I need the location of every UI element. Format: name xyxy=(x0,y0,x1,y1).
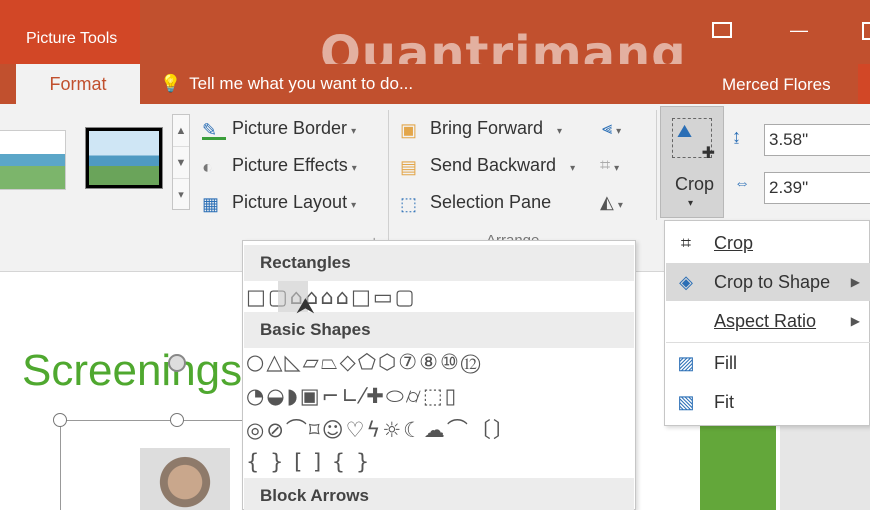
width-input[interactable]: 2.39" xyxy=(764,172,870,204)
fit-menu-item[interactable]: ▧ Fit xyxy=(666,383,870,421)
rotation-handle[interactable] xyxy=(168,354,186,372)
rotate-icon: ◭ xyxy=(600,192,614,212)
chevron-down-icon: ▾ xyxy=(570,163,576,174)
chevron-down-icon: ▾ xyxy=(616,126,622,137)
tab-format[interactable]: Format xyxy=(16,64,140,105)
crop-label: Crop xyxy=(675,174,715,194)
chevron-down-icon: ▾ xyxy=(351,200,357,211)
mouse-pointer-icon: ⮝ xyxy=(296,293,315,318)
maximize-icon[interactable] xyxy=(862,22,870,40)
height-icon: ↨ xyxy=(732,126,741,146)
group-separator xyxy=(388,110,389,260)
chevron-down-icon: ▾ xyxy=(351,126,357,137)
crop-icon: ⛰ ✚ xyxy=(672,118,715,162)
share-button[interactable] xyxy=(858,64,870,104)
gallery-scroll[interactable]: ▲ ▼ ▾ xyxy=(172,114,190,210)
restore-icon[interactable] xyxy=(712,22,732,38)
picture-style-thumb[interactable] xyxy=(0,130,66,190)
send-backward-button[interactable]: ▤ Send Backward ▾ xyxy=(400,153,575,181)
basic-shapes-row[interactable]: ◎⊘⌒⌑☺♡ϟ☼☾☁⌒〔〕 xyxy=(246,416,516,444)
chevron-right-icon: ▶ xyxy=(850,275,860,289)
effects-icon: ◐ xyxy=(202,157,213,178)
resize-handle[interactable] xyxy=(170,413,184,427)
lightbulb-icon: 💡 xyxy=(160,74,182,93)
tell-me-box[interactable]: 💡 Tell me what you want to do... xyxy=(160,72,413,96)
pen-icon: ✎ xyxy=(202,118,226,141)
crop-menu-item[interactable]: ⌗ Crop xyxy=(666,224,870,262)
bring-forward-button[interactable]: ▣ Bring Forward ▾ xyxy=(400,116,562,144)
layout-icon: ▦ xyxy=(202,194,220,215)
slide-title[interactable]: Screenings xyxy=(22,346,242,396)
tell-me-text: Tell me what you want to do... xyxy=(189,74,414,93)
rectangles-shapes[interactable]: □▢⌂⌂⌂⌂□▭▢ xyxy=(246,283,417,311)
chevron-down-icon: ▾ xyxy=(688,198,694,209)
scroll-up-icon[interactable]: ▲ xyxy=(173,115,189,147)
bring-forward-icon: ▣ xyxy=(400,120,418,141)
picture-style-thumb-selected[interactable] xyxy=(85,127,163,189)
basic-shapes-row[interactable]: { } [ ] { } xyxy=(246,448,371,476)
rotate-button[interactable]: ◭ ▾ xyxy=(600,190,623,218)
minimize-button[interactable]: — xyxy=(790,20,808,41)
crop-icon: ⌗ xyxy=(680,233,692,253)
crop-to-shape-menu-item[interactable]: ◈ Crop to Shape ▶ xyxy=(666,263,870,301)
aspect-ratio-menu-item[interactable]: Aspect Ratio ▶ xyxy=(666,302,870,340)
width-icon: ⇔ xyxy=(734,175,750,192)
slide-background-art xyxy=(700,420,776,510)
picture-border-button[interactable]: ✎ Picture Border ▾ xyxy=(202,116,356,144)
fill-icon: ▨ xyxy=(677,353,695,373)
align-icon: ⫷ xyxy=(602,118,613,138)
picture-tools-label: Picture Tools xyxy=(26,30,118,47)
rectangles-header: Rectangles xyxy=(244,245,634,281)
group-objects-button[interactable]: ⌗ ▾ xyxy=(600,153,619,181)
resize-handle[interactable] xyxy=(53,413,67,427)
person-photo xyxy=(140,448,230,510)
basic-shapes-row[interactable]: ○△◺▱⏢◇⬠⬡⑦⑧⑩⑫ xyxy=(246,348,482,376)
picture-layout-button[interactable]: ▦ Picture Layout ▾ xyxy=(202,190,356,218)
chevron-down-icon: ▾ xyxy=(614,163,620,174)
crop-to-shape-icon: ◈ xyxy=(679,272,693,292)
menu-divider xyxy=(666,342,870,343)
fit-icon: ▧ xyxy=(677,392,695,412)
group-separator xyxy=(656,110,657,220)
scroll-down-icon[interactable]: ▼ xyxy=(173,147,189,179)
chevron-right-icon: ▶ xyxy=(850,314,860,328)
selection-pane-icon: ⬚ xyxy=(400,194,418,215)
fill-menu-item[interactable]: ▨ Fill xyxy=(666,344,870,382)
group-objects-icon: ⌗ xyxy=(600,155,611,175)
chevron-down-icon: ▾ xyxy=(351,163,357,174)
user-name[interactable]: Merced Flores xyxy=(722,75,831,95)
picture-effects-button[interactable]: ◐ Picture Effects ▾ xyxy=(202,153,357,181)
gallery-more-icon[interactable]: ▾ xyxy=(173,179,189,211)
height-input[interactable]: 3.58" xyxy=(764,124,870,156)
align-button[interactable]: ⫷ ▾ xyxy=(602,116,621,144)
selection-pane-button[interactable]: ⬚ Selection Pane xyxy=(400,190,551,214)
send-backward-icon: ▤ xyxy=(400,157,418,178)
chevron-down-icon: ▾ xyxy=(557,126,563,137)
basic-shapes-row[interactable]: ◔◒◗▣⌐∟⁄✚⬭⌭⬚▯ xyxy=(246,382,458,410)
block-arrows-header: Block Arrows xyxy=(244,478,634,510)
chevron-down-icon: ▾ xyxy=(617,200,623,211)
